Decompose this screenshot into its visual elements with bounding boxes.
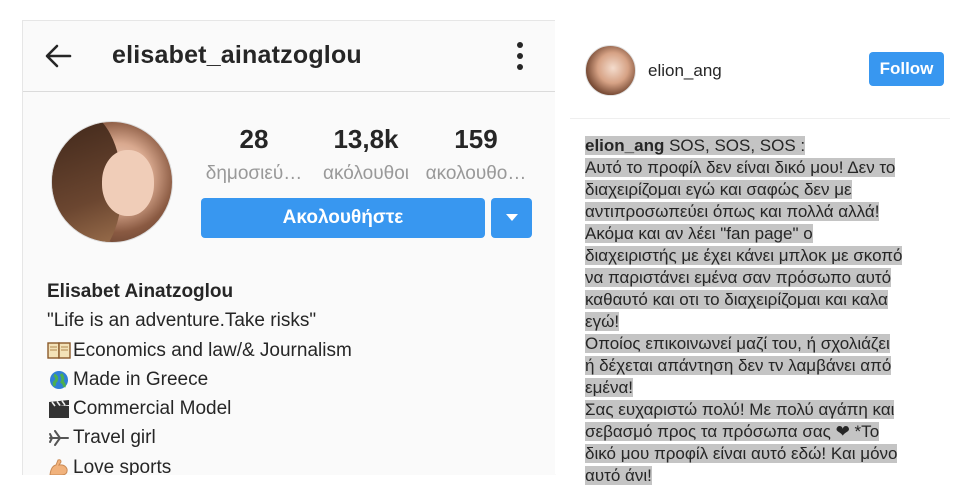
follow-author-button[interactable]: Follow bbox=[869, 52, 944, 86]
chevron-down-icon bbox=[505, 214, 518, 221]
bio-text: Made in Greece bbox=[73, 368, 209, 390]
stat-following[interactable]: 159 ακολουθο… bbox=[421, 124, 531, 185]
post-caption: elion_ang SOS, SOS, SOS : Αυτό το προφίλ… bbox=[585, 135, 930, 487]
bio-text: Commercial Model bbox=[73, 398, 232, 420]
clapper-board-icon bbox=[49, 399, 69, 418]
bio-text: "Life is an adventure.Take risks" bbox=[47, 310, 317, 332]
caption-line: SOS, SOS, SOS : bbox=[669, 136, 806, 155]
follow-dropdown-button[interactable] bbox=[491, 198, 532, 238]
post-header-divider bbox=[570, 118, 950, 119]
caption-line: εγώ! bbox=[585, 312, 620, 331]
bio-line-education: Economics and law/& Journalism bbox=[47, 336, 352, 365]
bio-line-travel: Travel girl bbox=[47, 423, 352, 452]
followers-count: 13,8k bbox=[333, 124, 399, 154]
post-author-username[interactable]: elion_ang bbox=[648, 61, 722, 81]
airplane-icon bbox=[49, 430, 69, 447]
bio-full-name: Elisabet Ainatzoglou bbox=[47, 281, 234, 302]
stat-posts[interactable]: 28 δημοσιεύ… bbox=[199, 124, 309, 185]
caption-line: να παριστάνει εμένα σαν πρόσωπο αυτό bbox=[585, 268, 892, 287]
caption-line: ή δέχεται απάντηση δεν τν λαμβάνει από bbox=[585, 356, 892, 375]
following-label: ακολουθο… bbox=[425, 163, 527, 184]
bio-line-origin: Made in Greece bbox=[47, 365, 352, 394]
caption-line: δικό μου προφίλ είναι αυτό εδώ! Και μόνο bbox=[585, 444, 898, 463]
posts-count: 28 bbox=[239, 124, 269, 154]
caption-line: αντιπροσωπεύει όπως και πολλά αλλά! bbox=[585, 202, 880, 221]
profile-top-bar: elisabet_ainatzoglou bbox=[23, 21, 556, 92]
caption-author[interactable]: elion_ang bbox=[585, 136, 664, 155]
bio-line-quote: "Life is an adventure.Take risks" bbox=[47, 306, 352, 335]
open-book-icon bbox=[47, 342, 71, 359]
profile-avatar[interactable] bbox=[51, 121, 173, 243]
caption-line: διαχειρίζομαι εγώ και σαφώς δεν με bbox=[585, 180, 852, 199]
followers-label: ακόλουθοι bbox=[323, 163, 409, 184]
follow-button[interactable]: Ακολουθήστε bbox=[201, 198, 485, 238]
caption-line: καθαυτό και οτι το διαχειρίζομαι και καλ… bbox=[585, 290, 888, 309]
globe-icon bbox=[50, 370, 68, 389]
caption-line: αυτό άνι! bbox=[585, 466, 652, 485]
bio-text: Love sports bbox=[73, 456, 172, 475]
caption-line: Αυτό το προφίλ δεν είναι δικό μου! Δεν τ… bbox=[585, 158, 896, 177]
caption-line: Σας ευχαριστώ πολύ! Με πολύ αγάπη και bbox=[585, 400, 895, 419]
bio-text: Economics and law/& Journalism bbox=[73, 339, 352, 361]
bio-line-model: Commercial Model bbox=[47, 394, 352, 423]
bio-line-sports: Love sports bbox=[47, 453, 352, 475]
caption-line: Ακόμα και αν λέει "fan page" ο bbox=[585, 224, 813, 243]
flexed-biceps-icon bbox=[49, 459, 68, 475]
profile-bio: Elisabet Ainatzoglou "Life is an adventu… bbox=[47, 277, 352, 475]
back-arrow-icon[interactable] bbox=[43, 43, 73, 69]
caption-line: Οποίος επικοινωνεί μαζί του, ή σχολιάζει bbox=[585, 334, 890, 353]
caption-line: διαχειριστής με έχει κάνει μπλοκ με σκοπ… bbox=[585, 246, 903, 265]
avatar-face-shape bbox=[102, 150, 154, 216]
profile-panel: elisabet_ainatzoglou 28 δημοσιεύ… 13,8k … bbox=[22, 20, 556, 475]
caption-line: εμένα! bbox=[585, 378, 634, 397]
caption-line: σεβασμό προς τα πρόσωπα σας ❤ *Το bbox=[585, 422, 880, 441]
following-count: 159 bbox=[454, 124, 498, 154]
post-author-avatar[interactable] bbox=[585, 45, 636, 96]
more-options-icon[interactable] bbox=[513, 40, 527, 72]
posts-label: δημοσιεύ… bbox=[205, 163, 303, 184]
profile-username: elisabet_ainatzoglou bbox=[112, 41, 362, 69]
stat-followers[interactable]: 13,8k ακόλουθοι bbox=[311, 124, 421, 185]
bio-text: Travel girl bbox=[73, 427, 156, 449]
